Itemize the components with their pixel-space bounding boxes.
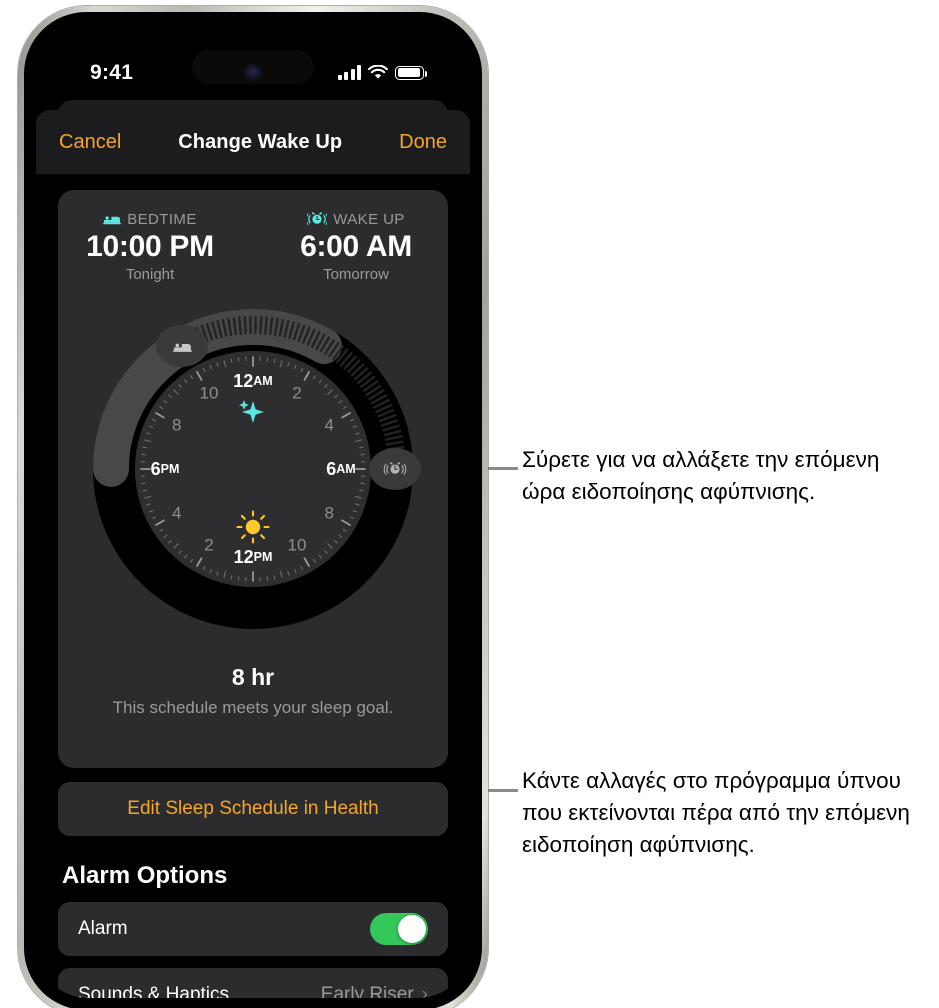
sleep-duration: 8 hr — [231, 664, 275, 690]
done-button[interactable]: Done — [399, 131, 447, 154]
sleep-schedule-card: BEDTIME 10:00 PM Tonight WAKE UP 6:00 AM… — [58, 190, 448, 768]
alarm-clock-icon — [307, 212, 328, 225]
wifi-icon — [368, 65, 388, 79]
wakeup-handle[interactable] — [369, 448, 421, 490]
wakeup-value: 6:00 AM — [300, 230, 412, 263]
page-title: Change Wake Up — [178, 130, 343, 153]
edit-sleep-schedule-button[interactable]: Edit Sleep Schedule in Health — [58, 782, 448, 836]
phone-screen: 9:41 Cancel Change Wake Up Done BEDTIME … — [36, 24, 470, 998]
status-bar: 9:41 — [36, 24, 470, 90]
hour-label: 8 — [172, 416, 181, 435]
wakeup-summary: WAKE UP 6:00 AM Tomorrow — [276, 210, 436, 284]
sheet-navigation-bar: Cancel Change Wake Up Done — [36, 110, 470, 174]
cellular-signal-icon — [337, 65, 361, 80]
battery-icon — [395, 65, 428, 80]
hour-label: 10 — [200, 383, 219, 402]
wakeup-handle-callout: Σύρετε για να αλλάξετε την επόμενη ώρα ε… — [522, 447, 880, 504]
bed-icon — [103, 215, 122, 224]
hour-label: 2 — [292, 383, 301, 402]
sounds-haptics-label: Sounds & Haptics — [78, 984, 230, 998]
sun-icon — [236, 510, 270, 544]
hour-label: 10 — [288, 536, 307, 555]
bedtime-summary: BEDTIME 10:00 PM Tonight — [70, 210, 230, 284]
schedule-summary: BEDTIME 10:00 PM Tonight WAKE UP 6:00 AM… — [58, 210, 448, 284]
alarm-options-title: Alarm Options — [62, 862, 228, 889]
chevron-right-icon: › — [421, 984, 428, 998]
sounds-haptics-value: Early Riser — [320, 984, 414, 998]
sleep-schedule-dial[interactable]: 12AM 2 4 6AM 8 10 12PM 2 4 6PM 8 10 — [78, 294, 428, 644]
hour-label: 4 — [324, 416, 333, 435]
sounds-haptics-row[interactable]: Sounds & Haptics Early Riser › — [58, 968, 448, 998]
cancel-button[interactable]: Cancel — [59, 131, 121, 154]
sleep-goal-note: This schedule meets your sleep goal. — [112, 698, 394, 717]
wakeup-day: Tomorrow — [323, 266, 389, 283]
sheet-content: BEDTIME 10:00 PM Tonight WAKE UP 6:00 AM… — [36, 174, 470, 998]
edit-schedule-callout: Κάντε αλλαγές στο πρόγραμμα ύπνου που εκ… — [522, 768, 910, 857]
hour-label: 8 — [324, 504, 333, 523]
bedtime-label: BEDTIME — [127, 210, 197, 228]
alarm-toggle[interactable] — [370, 913, 428, 945]
phone-frame: 9:41 Cancel Change Wake Up Done BEDTIME … — [18, 6, 488, 1008]
status-indicators — [337, 60, 428, 80]
alarm-toggle-row[interactable]: Alarm — [58, 902, 448, 956]
bedtime-value: 10:00 PM — [86, 230, 214, 263]
front-camera-icon — [245, 65, 261, 80]
hour-label: 4 — [172, 504, 181, 523]
phone-bezel: 9:41 Cancel Change Wake Up Done BEDTIME … — [24, 12, 482, 1008]
screenshot-root: Σύρετε για να αλλάξετε την επόμενη ώρα ε… — [0, 0, 939, 1008]
alarm-row-label: Alarm — [78, 918, 128, 939]
wakeup-label: WAKE UP — [333, 210, 405, 228]
change-wake-up-sheet: Cancel Change Wake Up Done BEDTIME 10:00… — [36, 110, 470, 998]
edit-sleep-schedule-label: Edit Sleep Schedule in Health — [127, 798, 379, 819]
hour-label: 2 — [204, 536, 213, 555]
bedtime-day: Tonight — [125, 266, 175, 283]
status-time: 9:41 — [90, 61, 134, 84]
